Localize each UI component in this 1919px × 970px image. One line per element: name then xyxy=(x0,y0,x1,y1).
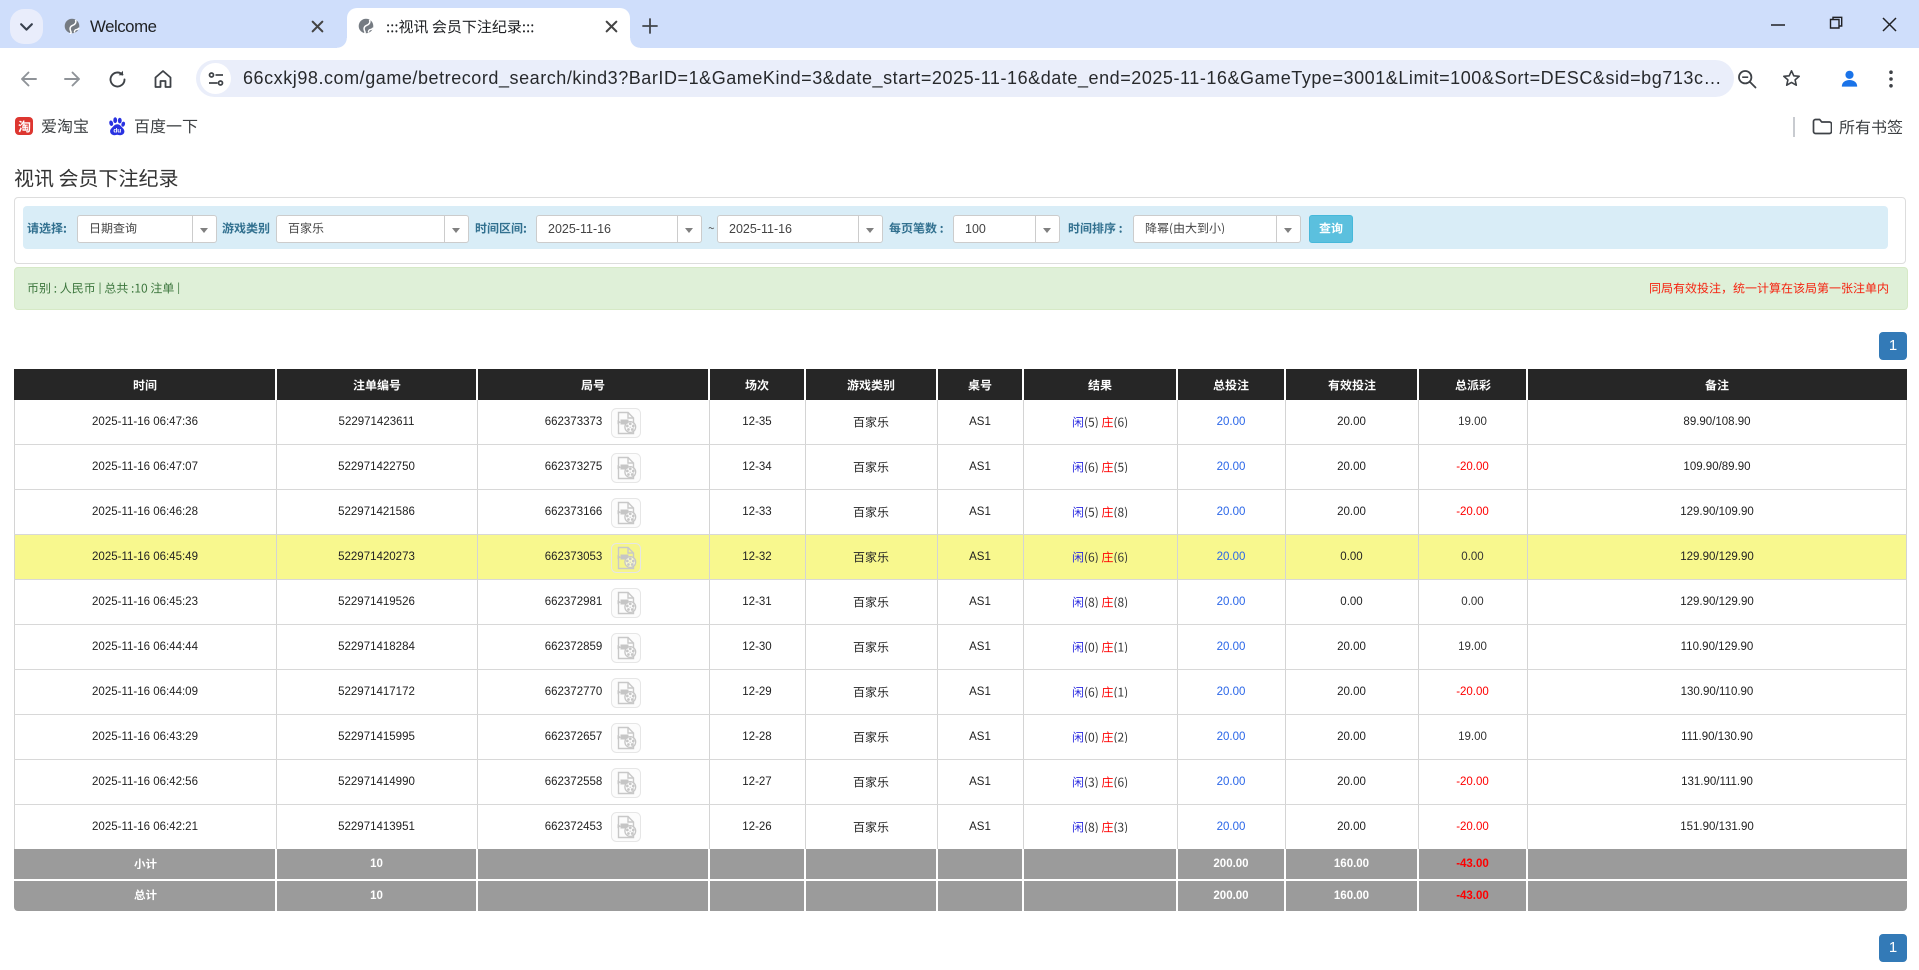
svg-text:du: du xyxy=(113,127,121,134)
